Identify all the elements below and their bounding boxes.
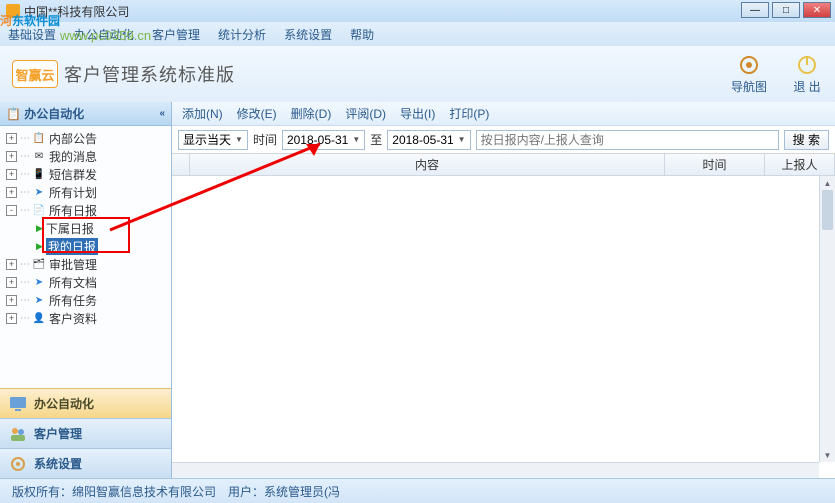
statusbar: 版权所有：绵阳智赢信息技术有限公司 用户：系统管理员(冯 xyxy=(0,478,835,503)
tree-node-announce[interactable]: +⋯📋内部公告 xyxy=(2,129,169,147)
tb-add[interactable]: 添加(N) xyxy=(182,105,223,122)
chevron-down-icon: ▼ xyxy=(352,135,360,144)
sidebar-header[interactable]: 📋 办公自动化 « xyxy=(0,102,171,126)
date-to[interactable]: 2018-05-31▼ xyxy=(387,130,470,150)
tree-node-approval[interactable]: +⋯🗂审批管理 xyxy=(2,255,169,273)
nav-customer[interactable]: 客户管理 xyxy=(0,418,171,448)
scroll-down-icon: ▼ xyxy=(820,448,835,462)
person-icon: 👤 xyxy=(32,312,46,324)
tb-print[interactable]: 打印(P) xyxy=(449,105,489,122)
tree-node-docs[interactable]: +⋯➤所有文档 xyxy=(2,273,169,291)
arrow-icon: ➤ xyxy=(32,276,46,288)
search-input[interactable] xyxy=(476,130,779,150)
grid-body[interactable] xyxy=(172,176,819,462)
col-reporter[interactable]: 上报人 xyxy=(765,154,835,175)
data-grid: 内容 时间 上报人 ▲ ▼ xyxy=(172,154,835,478)
user-label: 用户：系统管理员(冯 xyxy=(228,483,340,500)
chevron-down-icon: ▼ xyxy=(235,135,243,144)
tb-review[interactable]: 评阅(D) xyxy=(345,105,386,122)
app-icon xyxy=(6,4,20,18)
tb-export[interactable]: 导出(I) xyxy=(400,105,435,122)
col-content[interactable]: 内容 xyxy=(190,154,665,175)
date-from[interactable]: 2018-05-31▼ xyxy=(282,130,365,150)
menu-help[interactable]: 帮助 xyxy=(350,26,374,43)
scroll-up-icon: ▲ xyxy=(820,176,835,190)
tree: +⋯📋内部公告 +⋯✉我的消息 +⋯📱短信群发 +⋯➤所有计划 -⋯📄所有日报 … xyxy=(0,126,171,388)
content-area: 添加(N) 修改(E) 删除(D) 评阅(D) 导出(I) 打印(P) 显示当天… xyxy=(172,102,835,478)
maximize-button[interactable]: □ xyxy=(772,2,800,18)
people-icon xyxy=(8,425,28,443)
triangle-icon: ▶ xyxy=(36,241,43,252)
menu-basic[interactable]: 基础设置 xyxy=(8,26,56,43)
tree-node-messages[interactable]: +⋯✉我的消息 xyxy=(2,147,169,165)
tree-node-plans[interactable]: +⋯➤所有计划 xyxy=(2,183,169,201)
menubar: 基础设置 办公自动化 客户管理 统计分析 系统设置 帮助 xyxy=(0,22,835,46)
grid-header: 内容 时间 上报人 xyxy=(172,154,835,176)
toolbar: 添加(N) 修改(E) 删除(D) 评阅(D) 导出(I) 打印(P) xyxy=(172,102,835,126)
triangle-icon: ▶ xyxy=(36,223,43,234)
tree-node-cust[interactable]: +⋯👤客户资料 xyxy=(2,309,169,327)
window-title: 中国**科技有限公司 xyxy=(24,3,129,20)
brand-logo-icon: 智赢云 xyxy=(12,60,58,88)
nav-system[interactable]: 系统设置 xyxy=(0,448,171,478)
brand-bar: 智赢云 客户管理系统标准版 导航图 退 出 xyxy=(0,46,835,102)
tb-edit[interactable]: 修改(E) xyxy=(237,105,277,122)
menu-customer[interactable]: 客户管理 xyxy=(152,26,200,43)
scrollbar-thumb[interactable] xyxy=(822,190,833,230)
minimize-button[interactable]: — xyxy=(741,2,769,18)
arrow-icon: ➤ xyxy=(32,186,46,198)
col-handle[interactable] xyxy=(172,154,190,175)
menu-office[interactable]: 办公自动化 xyxy=(74,26,134,43)
tree-node-tasks[interactable]: +⋯➤所有任务 xyxy=(2,291,169,309)
time-label: 时间 xyxy=(253,131,277,148)
search-button[interactable]: 搜 索 xyxy=(784,130,829,150)
brand-subtitle: 客户管理系统标准版 xyxy=(64,61,235,87)
tree-node-my-reports[interactable]: ▶我的日报 xyxy=(2,237,169,255)
chevron-down-icon: ▼ xyxy=(458,135,466,144)
report-icon: 📄 xyxy=(32,204,46,216)
power-icon xyxy=(793,54,821,76)
sms-icon: 📱 xyxy=(32,168,46,180)
mail-icon: ✉ xyxy=(32,150,46,162)
gear-icon xyxy=(735,54,763,76)
tree-node-reports[interactable]: -⋯📄所有日报 xyxy=(2,201,169,219)
exit-button[interactable]: 退 出 xyxy=(793,54,821,95)
tree-node-sub-reports[interactable]: ▶下属日报 xyxy=(2,219,169,237)
menu-stats[interactable]: 统计分析 xyxy=(218,26,266,43)
nav-map-button[interactable]: 导航图 xyxy=(731,54,767,95)
sidebar: 📋 办公自动化 « +⋯📋内部公告 +⋯✉我的消息 +⋯📱短信群发 +⋯➤所有计… xyxy=(0,102,172,478)
board-icon: 📋 xyxy=(32,132,46,144)
filter-bar: 显示当天▼ 时间 2018-05-31▼ 至 2018-05-31▼ 搜 索 xyxy=(172,126,835,154)
gear-icon xyxy=(8,455,28,473)
close-button[interactable]: ✕ xyxy=(803,2,831,18)
menu-system[interactable]: 系统设置 xyxy=(284,26,332,43)
vertical-scrollbar[interactable]: ▲ ▼ xyxy=(819,176,835,462)
copyright-text: 版权所有：绵阳智赢信息技术有限公司 xyxy=(12,483,216,500)
titlebar: 中国**科技有限公司 — □ ✕ xyxy=(0,0,835,22)
to-label: 至 xyxy=(370,131,382,148)
stamp-icon: 🗂 xyxy=(32,258,46,270)
nav-office[interactable]: 办公自动化 xyxy=(0,388,171,418)
horizontal-scrollbar[interactable] xyxy=(172,462,819,478)
monitor-icon xyxy=(8,395,28,413)
tree-node-sms[interactable]: +⋯📱短信群发 xyxy=(2,165,169,183)
range-select[interactable]: 显示当天▼ xyxy=(178,130,248,150)
tb-delete[interactable]: 删除(D) xyxy=(291,105,332,122)
arrow-icon: ➤ xyxy=(32,294,46,306)
chevron-left-icon: « xyxy=(159,108,165,119)
col-time[interactable]: 时间 xyxy=(665,154,765,175)
